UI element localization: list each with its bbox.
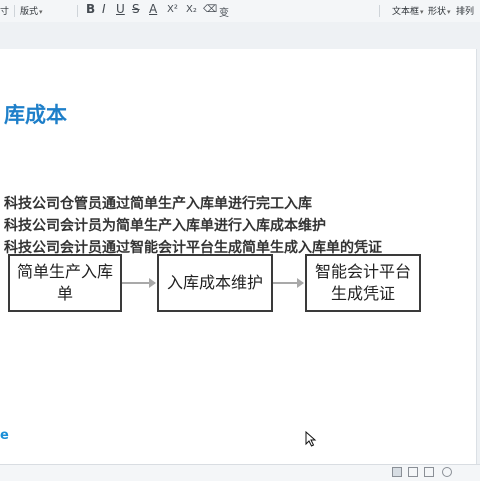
slideshow-icon[interactable] [442, 467, 452, 477]
textbox-button[interactable]: 文本框▾ [392, 4, 424, 17]
ribbon-toolbar: 寸 版式▾ B I U S A X² X₂ ⌫ 变 文本框▾ 形状▾ 排列 [0, 0, 480, 23]
chevron-down-icon: ▾ [447, 8, 451, 16]
arrange-button[interactable]: 排列 [456, 4, 474, 17]
normal-view-icon[interactable] [392, 467, 402, 477]
toolbar-separator [77, 5, 78, 17]
flow-arrow [122, 278, 156, 288]
layout-button[interactable]: 版式▾ [20, 4, 43, 17]
toolbar-fragment: 寸 [0, 7, 10, 17]
change-case-button[interactable]: 变 [219, 4, 229, 19]
slide-title: 库成本 [4, 103, 67, 127]
font-color-button[interactable]: A [149, 2, 157, 16]
superscript-button[interactable]: X² [167, 4, 178, 15]
subscript-button[interactable]: X₂ [186, 4, 197, 15]
clear-format-icon[interactable]: ⌫ [203, 4, 217, 15]
flow-box-step3: 智能会计平台生成凭证 [305, 254, 421, 312]
bullet-line: 科技公司会计员为简单生产入库单进行入库成本维护 [4, 218, 326, 234]
mouse-cursor-icon [305, 431, 317, 447]
shape-button[interactable]: 形状▾ [428, 4, 451, 17]
chevron-down-icon: ▾ [420, 8, 424, 16]
logo-fragment: e [0, 428, 9, 443]
bold-button[interactable]: B [86, 2, 95, 16]
layout-label: 版式 [20, 7, 39, 17]
underline-button[interactable]: U [116, 2, 125, 16]
italic-button[interactable]: I [102, 2, 106, 16]
status-bar [0, 464, 480, 481]
flow-box-label: 简单生产入库单 [16, 262, 113, 303]
flow-box-label: 智能会计平台生成凭证 [314, 262, 411, 303]
strikethrough-button[interactable]: S [132, 2, 140, 16]
arrange-label: 排列 [456, 7, 475, 17]
toolbar-separator [379, 5, 380, 17]
flow-arrow [273, 278, 304, 288]
flow-box-step2: 入库成本维护 [157, 254, 273, 312]
slide-canvas: 库成本 科技公司仓管员通过简单生产入库单进行完工入库 科技公司会计员为简单生产入… [0, 22, 480, 473]
textbox-label: 文本框 [392, 7, 420, 17]
slide-sorter-icon[interactable] [408, 467, 418, 477]
toolbar-separator [14, 5, 15, 17]
flow-box-step1: 简单生产入库单 [8, 254, 122, 312]
bullet-line: 科技公司仓管员通过简单生产入库单进行完工入库 [4, 196, 312, 212]
reading-view-icon[interactable] [424, 467, 434, 477]
chevron-down-icon: ▾ [39, 8, 43, 16]
shape-label: 形状 [428, 7, 447, 17]
flow-box-label: 入库成本维护 [166, 273, 263, 292]
